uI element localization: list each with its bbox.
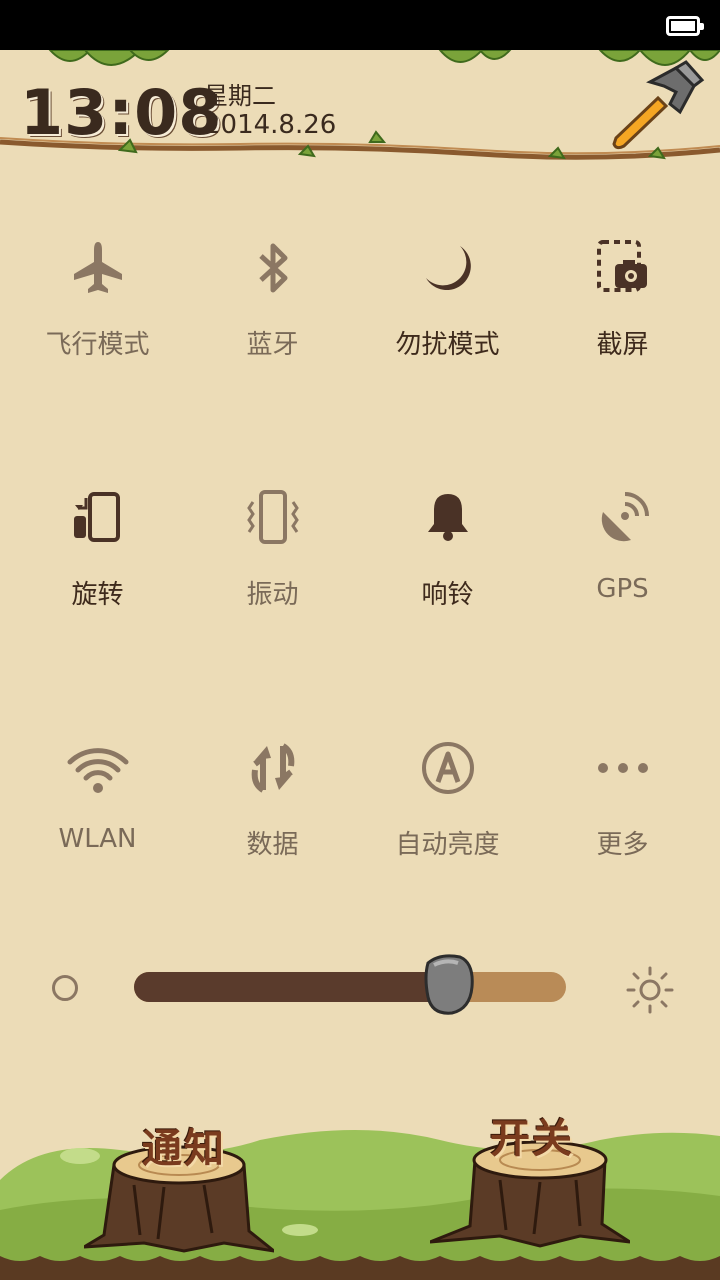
- toggle-do-not-disturb[interactable]: 勿扰模式: [360, 220, 535, 380]
- toggle-label: 更多: [596, 830, 649, 860]
- data-icon: [251, 743, 294, 793]
- toggle-ringer[interactable]: 响铃: [360, 470, 535, 630]
- grass-ground-decoration: 通知 开关: [0, 1080, 720, 1280]
- brightness-high-icon: [626, 966, 674, 1014]
- brightness-control: [0, 950, 720, 1030]
- toggle-bluetooth[interactable]: 蓝牙: [185, 220, 360, 380]
- bell-icon: [427, 494, 468, 541]
- toggle-gps[interactable]: GPS: [535, 470, 710, 630]
- gps-icon: [601, 492, 649, 542]
- screenshot-icon: [596, 240, 647, 292]
- toggle-label: 飞行模式: [45, 330, 150, 360]
- toggle-mobile-data[interactable]: 数据: [185, 720, 360, 880]
- toggle-rotate[interactable]: 旋转: [10, 470, 185, 630]
- wifi-icon: [67, 748, 128, 793]
- toggle-label: 截屏: [596, 330, 649, 360]
- more-icon: [597, 763, 648, 773]
- toggle-label: 蓝牙: [246, 330, 299, 360]
- battery-full-icon: [666, 16, 704, 36]
- toggle-airplane[interactable]: 飞行模式: [10, 220, 185, 380]
- status-bar: [0, 0, 720, 50]
- hammer-icon[interactable]: [606, 58, 706, 154]
- toggle-label: 数据: [246, 830, 299, 860]
- airplane-icon: [73, 242, 122, 293]
- switch-tab-label[interactable]: 开关: [490, 1106, 574, 1164]
- brightness-slider[interactable]: [134, 972, 566, 1002]
- notify-tab-label[interactable]: 通知: [142, 1116, 226, 1174]
- toggle-label: 勿扰模式: [395, 330, 500, 360]
- brightness-slider-fill: [134, 972, 450, 1002]
- toggle-wlan[interactable]: WLAN: [10, 720, 185, 880]
- toggle-screenshot[interactable]: 截屏: [535, 220, 710, 380]
- rotate-icon: [73, 492, 120, 542]
- bluetooth-icon: [258, 243, 287, 293]
- vibrate-icon: [246, 490, 299, 544]
- clock-time: 13:08: [20, 76, 223, 149]
- moon-icon: [425, 246, 471, 291]
- toggle-label: 旋转: [71, 580, 124, 610]
- header: 13:08 星期二 2014.8.26: [0, 50, 720, 175]
- toggle-label: 响铃: [421, 580, 474, 610]
- brightness-low-icon: [52, 975, 78, 1001]
- toggle-label: 自动亮度: [395, 830, 500, 860]
- auto-brightness-icon: [421, 742, 474, 794]
- toggle-label: WLAN: [58, 824, 137, 854]
- brightness-slider-thumb-stone[interactable]: [420, 953, 478, 1017]
- date: 2014.8.26: [204, 110, 337, 140]
- weekday: 星期二: [204, 82, 276, 110]
- toggle-label: GPS: [596, 574, 649, 604]
- toggle-vibrate[interactable]: 振动: [185, 470, 360, 630]
- toggle-label: 振动: [246, 580, 299, 610]
- toggle-more[interactable]: 更多: [535, 720, 710, 880]
- toggle-auto-brightness[interactable]: 自动亮度: [360, 720, 535, 880]
